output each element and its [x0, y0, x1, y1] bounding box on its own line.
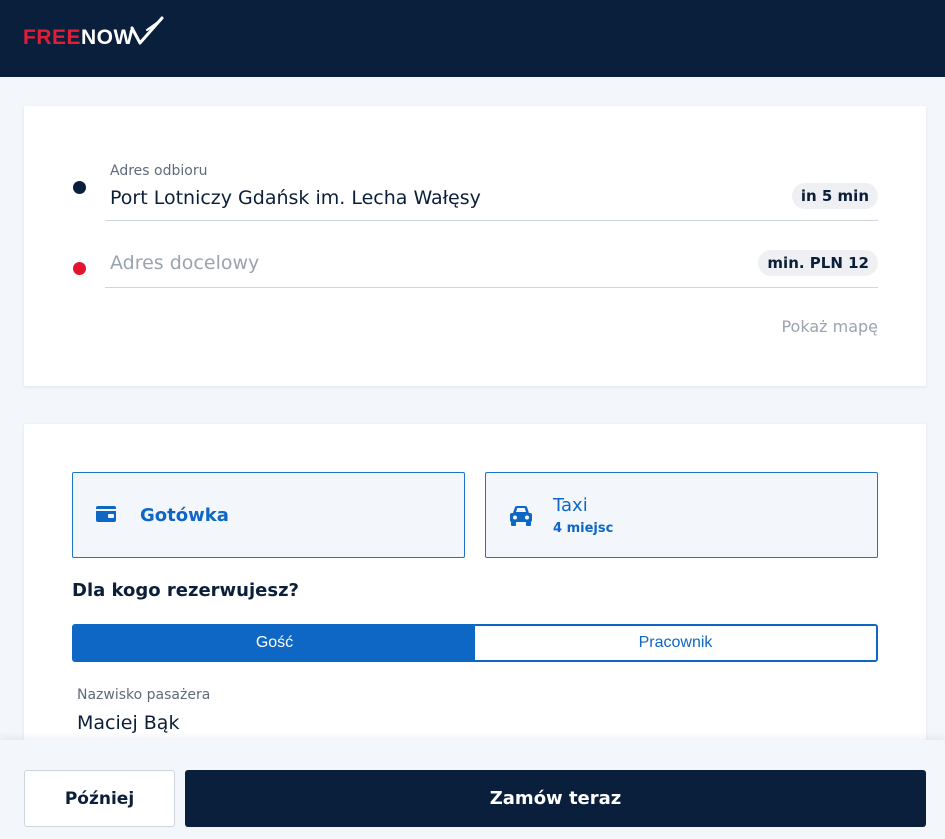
booking-for-segmented-control: Gość Pracownik	[72, 624, 878, 662]
destination-address-input[interactable]: Adres docelowy	[110, 252, 259, 274]
route-card: Adres odbioru Port Lotniczy Gdańsk im. L…	[24, 106, 926, 386]
pickup-address-value[interactable]: Port Lotniczy Gdańsk im. Lecha Wałęsy	[110, 187, 481, 209]
order-now-button[interactable]: Zamów teraz	[185, 770, 926, 827]
show-map-link[interactable]: Pokaż mapę	[781, 317, 878, 336]
options-card: Gotówka Taxi 4 miejsc Dla kogo rezerwuje…	[24, 424, 926, 764]
pickup-address-field[interactable]: Adres odbioru Port Lotniczy Gdańsk im. L…	[105, 158, 878, 221]
logo-check-icon	[130, 16, 164, 45]
passenger-name-label: Nazwisko pasażera	[77, 687, 211, 703]
vehicle-type-button[interactable]: Taxi 4 miejsc	[485, 472, 878, 558]
destination-dot-icon	[73, 262, 86, 275]
payment-method-label: Gotówka	[140, 505, 229, 526]
vehicle-seats-label: 4 miejsc	[553, 521, 614, 536]
payment-method-button[interactable]: Gotówka	[72, 472, 465, 558]
action-footer: Później Zamów teraz	[0, 740, 945, 839]
price-badge: min. PLN 12	[758, 250, 878, 276]
destination-address-field[interactable]: Adres docelowy min. PLN 12	[105, 246, 878, 288]
freenow-logo[interactable]: FREE NOW	[23, 14, 164, 48]
booking-for-heading: Dla kogo rezerwujesz?	[72, 580, 299, 601]
segment-guest-button[interactable]: Gość	[74, 626, 475, 660]
eta-badge: in 5 min	[791, 183, 878, 209]
logo-now-text: NOW	[81, 26, 134, 49]
passenger-name-input[interactable]: Maciej Bąk	[77, 712, 179, 734]
vehicle-type-title: Taxi	[553, 495, 588, 516]
car-icon	[510, 506, 532, 526]
top-bar: FREE NOW	[0, 0, 945, 77]
pickup-dot-icon	[73, 181, 86, 194]
later-button[interactable]: Później	[24, 770, 175, 827]
segment-employee-button[interactable]: Pracownik	[475, 626, 876, 660]
wallet-icon	[96, 506, 116, 522]
pickup-address-label: Adres odbioru	[110, 163, 208, 179]
logo-free-text: FREE	[23, 26, 82, 49]
